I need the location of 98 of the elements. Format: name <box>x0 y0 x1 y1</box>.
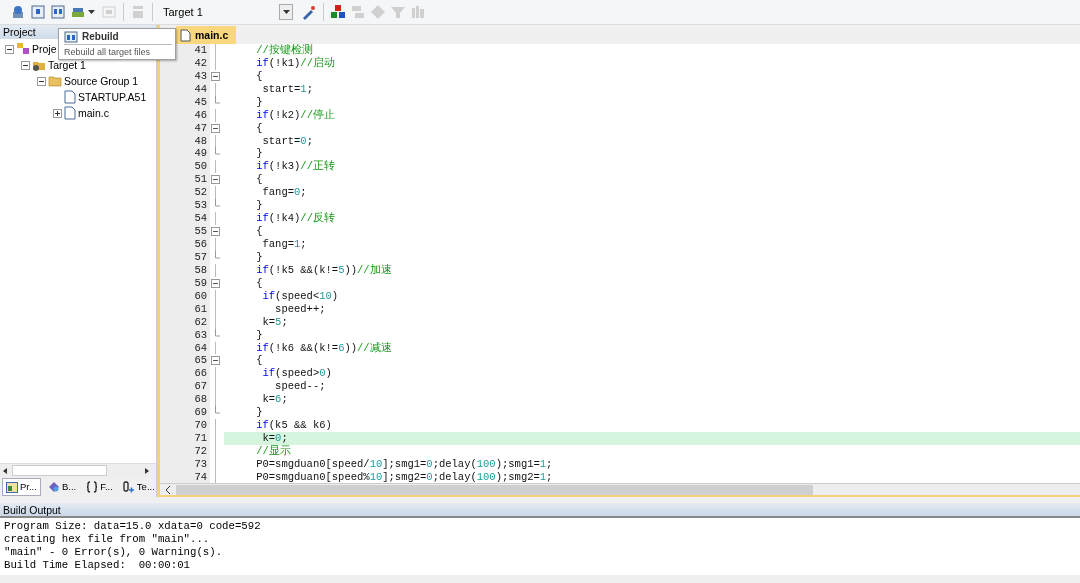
tree-item[interactable]: Target 1 <box>46 58 88 72</box>
line-number: 72 <box>160 445 210 458</box>
code-line: speed++; <box>274 302 326 315</box>
horizontal-scrollbar[interactable] <box>160 483 1080 497</box>
code-line: if(!k4)//反转 <box>255 212 335 225</box>
dropdown-button[interactable] <box>279 4 293 20</box>
file-tab[interactable]: main.c <box>176 25 237 44</box>
code-line: if(!k5 &&(k!=5))//加速 <box>255 263 392 276</box>
code-line: speed--; <box>274 380 326 393</box>
wand-icon <box>301 4 317 20</box>
panel-tab[interactable]: B... <box>44 478 80 496</box>
output-line: "main" - 0 Error(s), 0 Warning(s). <box>4 546 224 559</box>
tree-item[interactable]: Source Group 1 <box>62 74 141 88</box>
output-line: Build Time Elapsed: 00:00:01 <box>4 559 191 572</box>
panel-tab[interactable]: F... <box>83 478 116 496</box>
collapse-icon[interactable] <box>37 76 46 86</box>
code-line: //按键检测 <box>255 43 313 56</box>
code-line: //显示 <box>255 445 291 458</box>
code-line: if(!k2)//停止 <box>255 108 335 121</box>
toolbar-button[interactable] <box>48 2 68 22</box>
expand-icon[interactable] <box>53 108 62 118</box>
code-line: } <box>255 406 263 419</box>
line-number: 67 <box>160 380 210 394</box>
toolbar-button[interactable] <box>28 2 48 22</box>
code-line: { <box>255 121 263 134</box>
braces-icon <box>86 481 99 493</box>
code-line: } <box>255 328 263 341</box>
funnel-icon <box>390 4 406 20</box>
line-number: 53 <box>160 199 210 213</box>
code-line: fang=0; <box>262 186 307 199</box>
books-icon <box>410 4 426 20</box>
code-line: { <box>255 276 263 289</box>
caret-icon <box>282 9 290 15</box>
caret-icon <box>88 9 95 15</box>
rebuild-icon <box>50 4 66 20</box>
code-line: if(speed>0) <box>261 367 332 380</box>
code-line: if(!k6 &&(k!=6))//减速 <box>255 341 392 354</box>
rebuild-icon <box>64 30 78 43</box>
tooltip-text: Rebuild all target files <box>64 44 172 58</box>
line-number: 68 <box>160 393 210 407</box>
line-number: 66 <box>160 367 210 381</box>
tree-item[interactable]: STARTUP.A51 <box>76 90 149 104</box>
windows-icon <box>350 4 366 20</box>
output-line: creating hex file from "main"... <box>4 533 211 546</box>
window-icon <box>6 481 18 493</box>
output-line: Program Size: data=15.0 xdata=0 code=592 <box>4 520 262 533</box>
line-number: 71 <box>160 432 210 446</box>
code-line: if(!k3)//正转 <box>255 160 335 173</box>
code-line: { <box>255 173 263 186</box>
code-line: if(!k1)//启动 <box>255 56 335 69</box>
code-line: } <box>255 95 263 108</box>
folder-icon <box>48 74 62 88</box>
tree-item[interactable]: Proje <box>30 42 59 56</box>
line-number: 69 <box>160 406 210 420</box>
template-icon <box>122 481 135 493</box>
code-line: if(speed<10) <box>261 289 339 302</box>
line-number: 51 <box>160 173 210 187</box>
line-number: 56 <box>160 238 210 251</box>
collapse-icon[interactable] <box>21 60 30 70</box>
file-icon <box>64 106 76 120</box>
code-line: { <box>255 354 263 367</box>
line-number: 70 <box>160 419 210 433</box>
line-number: 65 <box>160 354 210 368</box>
line-number: 50 <box>160 160 210 174</box>
code-line: P0=smgduan0[speed/10];smg1=0;delay(100);smg1=1; <box>255 457 553 470</box>
diamond-icon <box>370 4 386 20</box>
code-line: } <box>255 199 263 212</box>
panel-tab[interactable]: Te... <box>119 478 158 496</box>
code-line: P0=smgduan0[speed%10];smg2=0;delay(100);smg2=1; <box>255 470 553 483</box>
books-icon <box>47 481 60 493</box>
code-line: k=5; <box>261 315 288 328</box>
panel-title: Build Output <box>0 503 1080 518</box>
code-line: } <box>255 250 263 263</box>
stop-icon <box>101 4 117 20</box>
code-line: k=6; <box>262 393 288 406</box>
target-select[interactable]: Target 1 <box>159 3 279 21</box>
line-number: 55 <box>160 225 210 239</box>
blocks-icon <box>330 4 346 20</box>
code-line: { <box>255 225 263 238</box>
code-line: start=1; <box>261 82 313 95</box>
line-number: 52 <box>160 186 210 200</box>
build-icon <box>30 4 46 20</box>
panel-tab[interactable]: Pr... <box>2 478 41 496</box>
line-number: 54 <box>160 212 210 226</box>
tree-item[interactable]: main.c <box>76 106 111 120</box>
code-line: k=0; <box>261 432 288 445</box>
code-line: { <box>255 69 263 82</box>
file-icon <box>180 29 191 43</box>
code-line: fang=1; <box>262 238 307 251</box>
scroll-left-icon[interactable] <box>163 484 173 495</box>
project-icon <box>16 42 30 56</box>
horizontal-scrollbar[interactable] <box>0 463 156 477</box>
line-number: 49 <box>160 147 210 161</box>
code-line: if(k5 && k6) <box>255 419 332 432</box>
file-icon <box>64 90 76 104</box>
code-line: start=0; <box>262 134 313 147</box>
collapse-icon[interactable] <box>5 44 14 54</box>
code-line: } <box>255 147 263 160</box>
